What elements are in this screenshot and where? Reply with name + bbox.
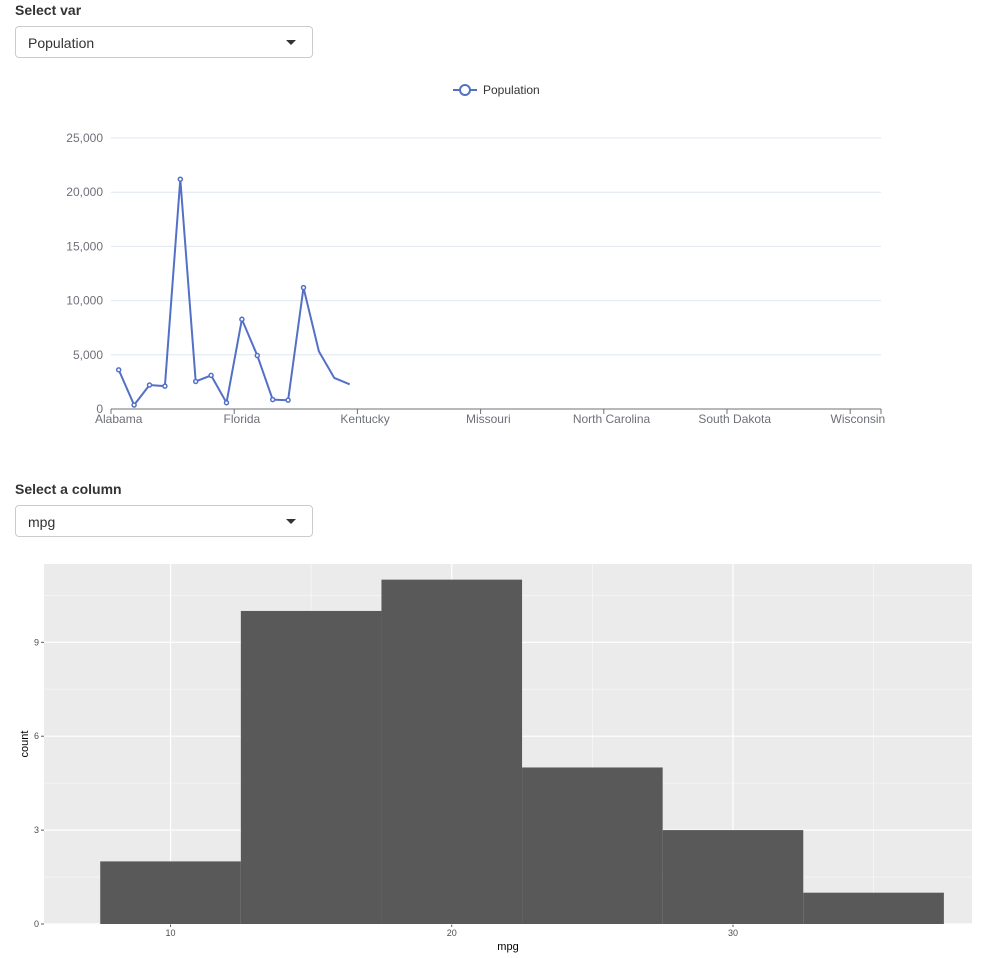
data-point: [177, 176, 184, 182]
select-column-dropdown[interactable]: mpg: [15, 505, 313, 537]
legend-marker: [459, 84, 471, 96]
caret-down-icon: [286, 519, 296, 524]
y-tick-label: 15,000: [66, 239, 103, 253]
select-var-dropdown[interactable]: Population: [15, 26, 313, 58]
y-tick-label: 10,000: [66, 294, 103, 308]
population-line-chart: Population05,00010,00015,00020,00025,000…: [66, 83, 886, 426]
data-point: [285, 397, 291, 403]
y-tick-label: 25,000: [66, 131, 103, 145]
x-tick-label: Florida: [224, 412, 261, 426]
population-series-line: [117, 179, 351, 407]
select-var-value: Population: [28, 35, 95, 51]
legend-label: Population: [483, 83, 540, 97]
y-tick-label: 0: [34, 919, 39, 929]
histogram-bar: [662, 830, 804, 924]
data-point: [239, 316, 245, 323]
data-point: [146, 382, 153, 388]
data-point: [269, 396, 276, 403]
x-tick-label: Missouri: [466, 412, 511, 426]
legend: Population: [453, 83, 540, 97]
y-axis-title: count: [19, 731, 31, 758]
data-point: [300, 284, 307, 291]
x-tick-label: South Dakota: [698, 412, 771, 426]
caret-down-icon: [286, 40, 296, 45]
x-tick-label: Wisconsin: [831, 412, 886, 426]
data-point: [223, 399, 230, 406]
data-point: [162, 383, 168, 389]
histogram-bar: [100, 861, 241, 924]
select-column-value: mpg: [28, 514, 56, 530]
y-tick-label: 9: [34, 637, 39, 647]
y-tick-label: 6: [34, 731, 39, 741]
x-tick-label: Alabama: [95, 412, 143, 426]
mpg-histogram: 10 20 30 0 3 6 9 mpg count: [19, 564, 972, 953]
histogram-bar: [381, 579, 523, 924]
select-column-label: Select a column: [15, 481, 122, 497]
x-axis-title: mpg: [497, 941, 518, 953]
histogram-bar: [522, 767, 663, 924]
histogram-bar: [240, 610, 382, 924]
x-tick-label: North Carolina: [573, 412, 651, 426]
data-point: [115, 367, 122, 373]
data-point: [131, 402, 137, 408]
x-tick-label: 10: [166, 928, 176, 938]
x-tick-label: 30: [728, 928, 738, 938]
select-var-label: Select var: [15, 2, 82, 18]
data-point: [208, 372, 214, 379]
y-tick-label: 20,000: [66, 185, 103, 199]
y-tick-label: 3: [34, 825, 39, 835]
data-point: [192, 378, 199, 385]
histogram-bar: [803, 892, 944, 924]
y-tick-label: 5,000: [73, 348, 103, 362]
x-tick-label: 20: [447, 928, 457, 938]
x-tick-label: Kentucky: [340, 412, 389, 426]
data-point: [254, 352, 261, 359]
